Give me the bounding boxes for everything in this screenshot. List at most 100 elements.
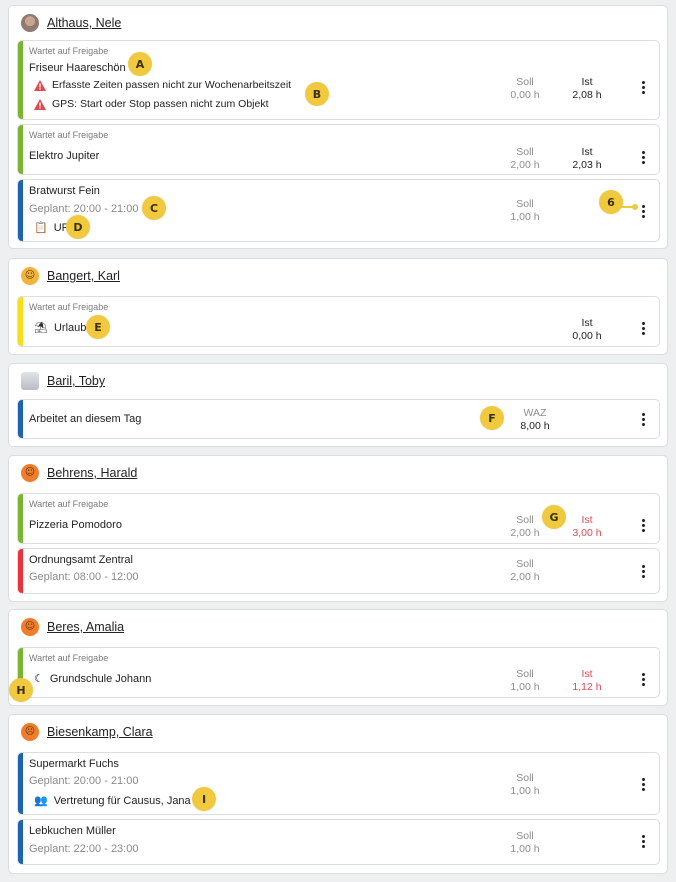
annotation-marker-f: F bbox=[480, 406, 504, 430]
substitution-row: 👥 Vertretung für Causus, Jana bbox=[34, 794, 191, 807]
waz-value: 8,00 h bbox=[520, 420, 550, 432]
person-header: ☹ Biesenkamp, Clara bbox=[21, 722, 153, 742]
soll-label: Soll bbox=[516, 76, 534, 88]
ist-label: Ist bbox=[581, 317, 593, 329]
annotation-marker-d: D bbox=[66, 215, 90, 239]
avatar bbox=[21, 14, 39, 32]
more-options-icon[interactable] bbox=[639, 322, 647, 335]
time-entry[interactable]: Ordnungsamt Zentral Geplant: 08:00 - 12:… bbox=[17, 548, 660, 594]
person-header: ☺ Bangert, Karl bbox=[21, 266, 120, 286]
planned-time: Geplant: 20:00 - 21:00 bbox=[29, 203, 139, 215]
time-entry[interactable]: Wartet auf Freigabe ☾ Grundschule Johann … bbox=[17, 647, 660, 698]
more-options-icon[interactable] bbox=[639, 673, 647, 686]
ist-value: 0,00 h bbox=[572, 330, 602, 342]
ist-label: Ist bbox=[581, 76, 593, 88]
time-entry[interactable]: Wartet auf Freigabe Elektro Jupiter Soll… bbox=[17, 124, 660, 175]
soll-value: 2,00 h bbox=[510, 527, 540, 539]
more-options-icon[interactable] bbox=[639, 835, 647, 848]
entry-title: Supermarkt Fuchs bbox=[29, 758, 119, 770]
ist-value: 3,00 h bbox=[572, 527, 602, 539]
ist-label: Ist bbox=[581, 514, 593, 526]
more-options-icon[interactable] bbox=[639, 151, 647, 164]
soll-value: 2,00 h bbox=[510, 571, 540, 583]
tag-row: 📋 UR bbox=[34, 221, 70, 234]
time-entry[interactable]: Lebkuchen Müller Geplant: 22:00 - 23:00 … bbox=[17, 819, 660, 865]
warning-row: Erfasste Zeiten passen nicht zur Wochena… bbox=[34, 79, 291, 91]
status-bar bbox=[18, 494, 23, 543]
person-header: Althaus, Nele bbox=[21, 13, 121, 33]
entry-title: Arbeitet an diesem Tag bbox=[29, 413, 142, 425]
entry-title: Friseur Haareschön bbox=[29, 62, 126, 74]
entry-title: Elektro Jupiter bbox=[29, 150, 100, 162]
soll-value: 2,00 h bbox=[510, 159, 540, 171]
more-options-icon[interactable] bbox=[639, 413, 647, 426]
entry-title: Lebkuchen Müller bbox=[29, 825, 116, 837]
annotation-marker-g: G bbox=[542, 505, 566, 529]
soll-value: 0,00 h bbox=[510, 89, 540, 101]
avatar: ☺ bbox=[21, 267, 39, 285]
person-name-link[interactable]: Althaus, Nele bbox=[47, 16, 121, 30]
time-entry[interactable]: Wartet auf Freigabe ⛱ Urlaub Ist 0,00 h bbox=[17, 296, 660, 347]
ist-value: 2,08 h bbox=[572, 89, 602, 101]
more-options-icon[interactable] bbox=[639, 205, 647, 218]
person-name-link[interactable]: Bangert, Karl bbox=[47, 269, 120, 283]
status-text: Wartet auf Freigabe bbox=[29, 499, 109, 509]
clipboard-icon: 📋 bbox=[34, 221, 48, 234]
soll-label: Soll bbox=[516, 514, 534, 526]
entry-title: Bratwurst Fein bbox=[29, 185, 100, 197]
more-options-icon[interactable] bbox=[639, 519, 647, 532]
person-name-link[interactable]: Beres, Amalia bbox=[47, 620, 124, 634]
more-options-icon[interactable] bbox=[639, 778, 647, 791]
planned-time: Geplant: 08:00 - 12:00 bbox=[29, 571, 139, 583]
time-entry[interactable]: Wartet auf Freigabe Friseur Haareschön E… bbox=[17, 40, 660, 120]
soll-value: 1,00 h bbox=[510, 681, 540, 693]
soll-label: Soll bbox=[516, 198, 534, 210]
more-options-icon[interactable] bbox=[639, 81, 647, 94]
title-row: ☾ Grundschule Johann bbox=[34, 672, 151, 685]
time-entry[interactable]: Bratwurst Fein Geplant: 20:00 - 21:00 📋 U… bbox=[17, 179, 660, 242]
substitution-text: Vertretung für Causus, Jana bbox=[53, 795, 191, 807]
person-card: ☺ Behrens, Harald Wartet auf Freigabe Pi… bbox=[8, 455, 668, 602]
planned-time: Geplant: 22:00 - 23:00 bbox=[29, 843, 139, 855]
status-bar bbox=[18, 125, 23, 174]
person-name-link[interactable]: Baril, Toby bbox=[47, 374, 105, 388]
soll-value: 1,00 h bbox=[510, 211, 540, 223]
soll-label: Soll bbox=[516, 772, 534, 784]
person-header: ☺ Behrens, Harald bbox=[21, 463, 137, 483]
avatar: ☺ bbox=[21, 464, 39, 482]
ist-value: 2,03 h bbox=[572, 159, 602, 171]
avatar: ☺ bbox=[21, 618, 39, 636]
time-entry[interactable]: Arbeitet an diesem Tag WAZ 8,00 h bbox=[17, 399, 660, 439]
status-text: Wartet auf Freigabe bbox=[29, 46, 109, 56]
person-header: ☺ Beres, Amalia bbox=[21, 617, 124, 637]
time-entry[interactable]: Supermarkt Fuchs Geplant: 20:00 - 21:00 … bbox=[17, 752, 660, 815]
annotation-marker-b: B bbox=[305, 82, 329, 106]
warning-text: GPS: Start oder Stop passen nicht zum Ob… bbox=[52, 98, 269, 110]
status-bar bbox=[18, 400, 23, 438]
person-name-link[interactable]: Behrens, Harald bbox=[47, 466, 137, 480]
annotation-marker-a: A bbox=[128, 52, 152, 76]
people-icon: 👥 bbox=[34, 794, 48, 807]
waz-label: WAZ bbox=[523, 407, 547, 419]
ist-label: Ist bbox=[581, 146, 593, 158]
status-bar bbox=[18, 753, 23, 814]
ist-label: Ist bbox=[581, 668, 593, 680]
soll-label: Soll bbox=[516, 558, 534, 570]
person-card: ☺ Beres, Amalia Wartet auf Freigabe ☾ Gru… bbox=[8, 609, 668, 706]
person-card: ☹ Biesenkamp, Clara Supermarkt Fuchs Gep… bbox=[8, 714, 668, 874]
soll-label: Soll bbox=[516, 830, 534, 842]
soll-label: Soll bbox=[516, 668, 534, 680]
warning-icon bbox=[34, 79, 46, 91]
soll-value: 1,00 h bbox=[510, 785, 540, 797]
entry-title: Grundschule Johann bbox=[49, 673, 152, 685]
annotation-marker-i: I bbox=[192, 787, 216, 811]
entry-title: Pizzeria Pomodoro bbox=[29, 519, 122, 531]
entry-title: Urlaub bbox=[53, 322, 87, 334]
warning-icon bbox=[34, 98, 46, 110]
annotation-marker-e: E bbox=[86, 315, 110, 339]
ist-value: 1,12 h bbox=[572, 681, 602, 693]
person-header: Baril, Toby bbox=[21, 371, 105, 391]
more-options-icon[interactable] bbox=[639, 565, 647, 578]
person-name-link[interactable]: Biesenkamp, Clara bbox=[47, 725, 153, 739]
warning-row: GPS: Start oder Stop passen nicht zum Ob… bbox=[34, 98, 269, 110]
